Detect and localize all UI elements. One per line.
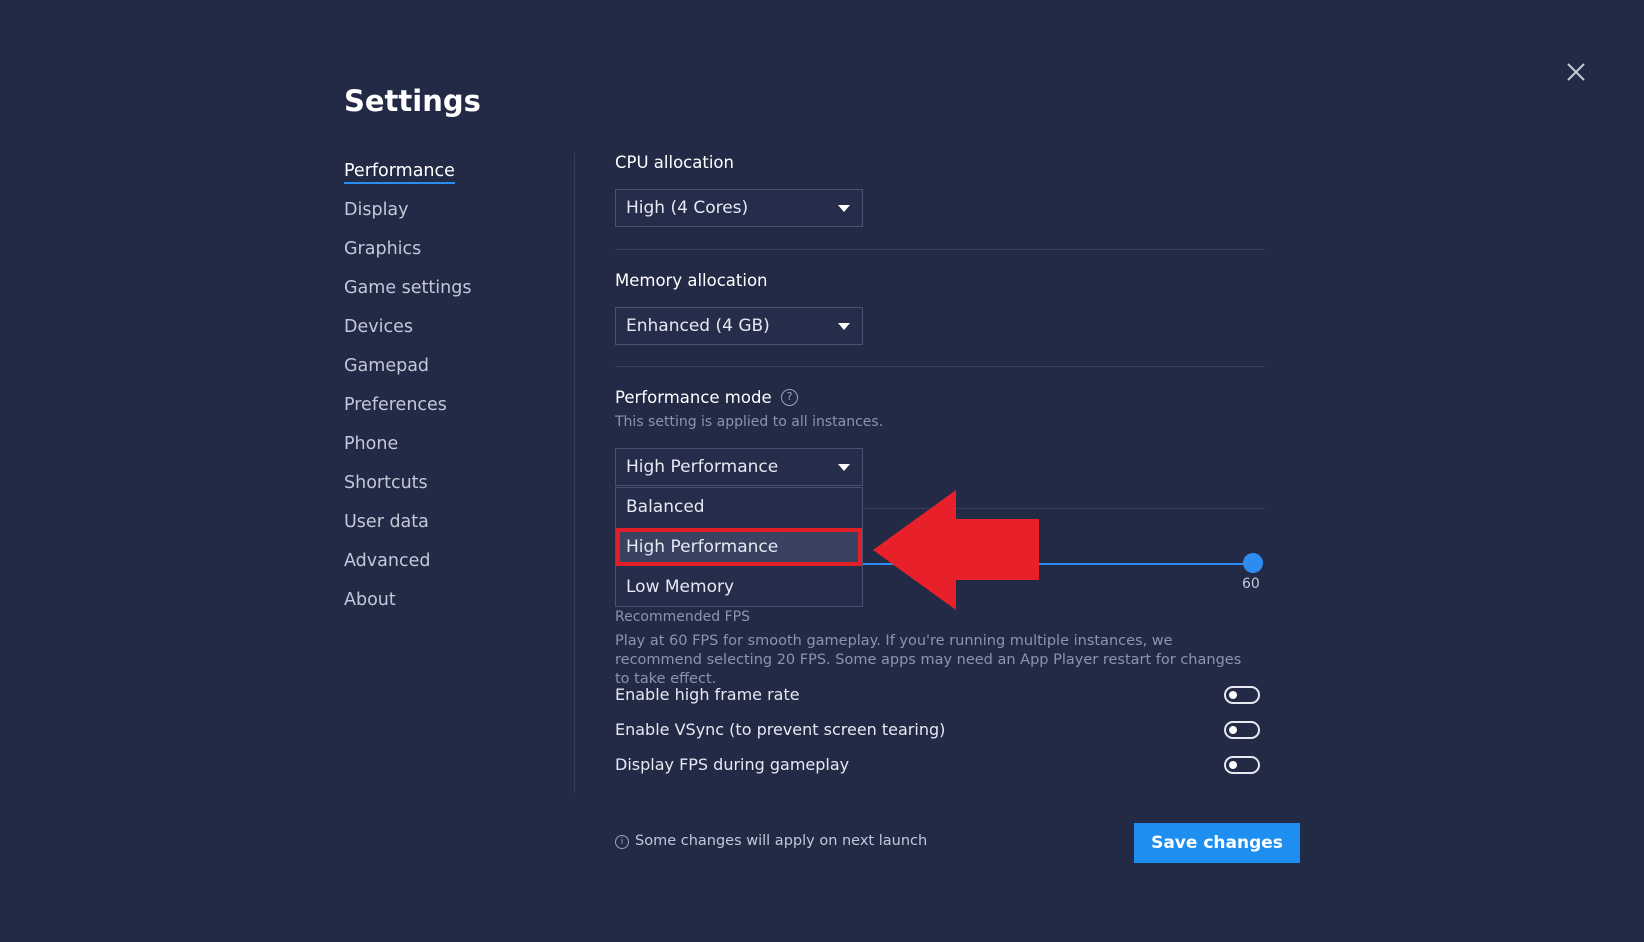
- performance-mode-dropdown: Balanced High Performance Low Memory: [615, 487, 863, 607]
- sidebar-item-preferences[interactable]: Preferences: [344, 391, 471, 430]
- performance-mode-note: This setting is applied to all instances…: [615, 414, 884, 430]
- option-high-performance[interactable]: High Performance: [616, 528, 862, 566]
- sidebar-item-label: Preferences: [344, 395, 447, 415]
- sidebar-item-devices[interactable]: Devices: [344, 313, 471, 352]
- sidebar-item-advanced[interactable]: Advanced: [344, 547, 471, 586]
- sidebar-item-label: Display: [344, 200, 409, 220]
- performance-mode-value: High Performance: [626, 457, 779, 477]
- sidebar-item-user-data[interactable]: User data: [344, 508, 471, 547]
- option-low-memory[interactable]: Low Memory: [616, 568, 862, 606]
- close-button[interactable]: [1562, 58, 1590, 86]
- toggle-label-vsync: Enable VSync (to prevent screen tearing): [615, 720, 946, 739]
- annotation-arrow-icon: [873, 490, 1039, 610]
- performance-mode-select[interactable]: High Performance: [615, 448, 863, 486]
- caret-down-icon: [838, 205, 850, 212]
- high-frame-rate-toggle[interactable]: [1224, 686, 1260, 704]
- toggle-label-display-fps: Display FPS during gameplay: [615, 755, 850, 774]
- sidebar-nav: Performance Display Graphics Game settin…: [344, 157, 471, 625]
- page-title: Settings: [344, 84, 481, 118]
- memory-allocation-label: Memory allocation: [615, 271, 768, 290]
- sidebar-divider: [574, 153, 575, 793]
- sidebar-item-shortcuts[interactable]: Shortcuts: [344, 469, 471, 508]
- section-divider: [615, 249, 1265, 250]
- sidebar-item-phone[interactable]: Phone: [344, 430, 471, 469]
- fps-value: 60: [1242, 576, 1260, 592]
- help-icon[interactable]: ?: [781, 389, 798, 406]
- section-divider: [615, 366, 1265, 367]
- cpu-allocation-label: CPU allocation: [615, 153, 734, 172]
- fps-slider-thumb[interactable]: [1243, 553, 1263, 573]
- display-fps-toggle[interactable]: [1224, 756, 1260, 774]
- info-icon: i: [615, 835, 629, 849]
- sidebar-item-display[interactable]: Display: [344, 196, 471, 235]
- sidebar-item-performance[interactable]: Performance: [344, 157, 471, 196]
- sidebar-item-label: Game settings: [344, 278, 472, 298]
- memory-allocation-select[interactable]: Enhanced (4 GB): [615, 307, 863, 345]
- close-icon: [1567, 63, 1585, 81]
- sidebar-item-label: Shortcuts: [344, 473, 428, 493]
- toggle-label-high-frame-rate: Enable high frame rate: [615, 685, 800, 704]
- sidebar-item-label: Phone: [344, 434, 399, 454]
- toggle-knob: [1229, 726, 1237, 734]
- sidebar-item-label: Gamepad: [344, 356, 430, 376]
- recommended-fps-label: Recommended FPS: [615, 609, 750, 625]
- cpu-allocation-value: High (4 Cores): [626, 198, 749, 218]
- caret-down-icon: [838, 323, 850, 330]
- save-changes-button[interactable]: Save changes: [1134, 823, 1300, 863]
- sidebar-item-label: User data: [344, 512, 429, 532]
- memory-allocation-value: Enhanced (4 GB): [626, 316, 770, 336]
- sidebar-item-label: About: [344, 590, 396, 610]
- sidebar-item-label: Devices: [344, 317, 413, 337]
- sidebar-item-game-settings[interactable]: Game settings: [344, 274, 471, 313]
- fps-description: Play at 60 FPS for smooth gameplay. If y…: [615, 633, 1242, 687]
- sidebar-item-label: Performance: [344, 161, 455, 184]
- sidebar-item-label: Graphics: [344, 239, 422, 259]
- toggle-knob: [1229, 761, 1237, 769]
- sidebar-item-label: Advanced: [344, 551, 431, 571]
- cpu-allocation-select[interactable]: High (4 Cores): [615, 189, 863, 227]
- toggle-knob: [1229, 691, 1237, 699]
- option-balanced[interactable]: Balanced: [616, 488, 862, 526]
- footer-note: Some changes will apply on next launch: [635, 833, 928, 849]
- performance-mode-label: Performance mode: [615, 388, 772, 407]
- vsync-toggle[interactable]: [1224, 721, 1260, 739]
- sidebar-item-about[interactable]: About: [344, 586, 471, 625]
- sidebar-item-gamepad[interactable]: Gamepad: [344, 352, 471, 391]
- sidebar-item-graphics[interactable]: Graphics: [344, 235, 471, 274]
- caret-down-icon: [838, 464, 850, 471]
